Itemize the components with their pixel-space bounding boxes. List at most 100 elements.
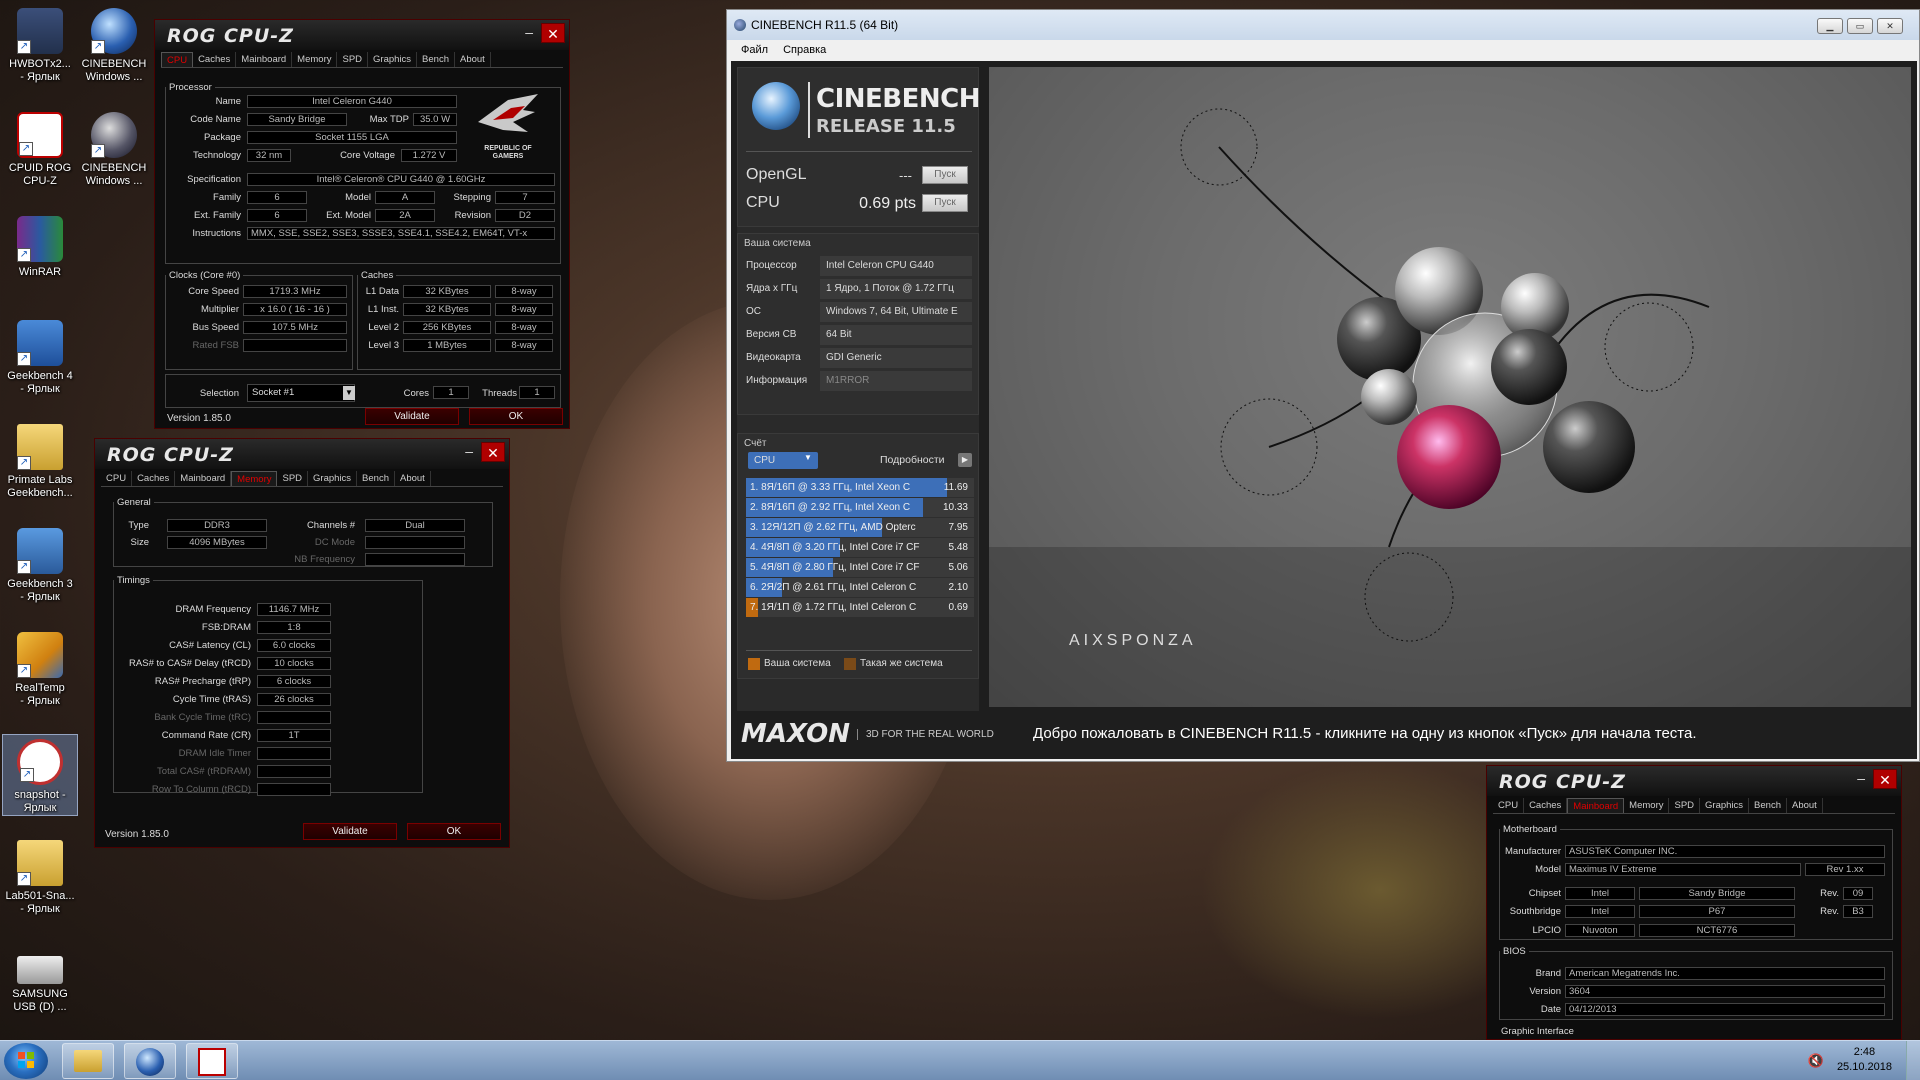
timing-label: Total CAS# (tRDRAM) (157, 766, 251, 777)
tab-cpu[interactable]: CPU (161, 52, 194, 67)
ranking-score: 0.69 (948, 602, 968, 613)
cinebench-window[interactable]: CINEBENCH R11.5 (64 Bit) ▁ ▭ ✕ Файл Спра… (726, 9, 1920, 762)
ranking-score: 2.10 (948, 582, 968, 593)
tab-memory[interactable]: Memory (292, 52, 338, 67)
close-button[interactable]: ✕ (1877, 18, 1903, 34)
play-icon[interactable]: ▶ (958, 453, 972, 467)
menu-file[interactable]: Файл (741, 44, 768, 56)
validate-button[interactable]: Validate (365, 408, 459, 425)
cpuz-window-memory[interactable]: ROG CPU-Z ‒ ✕ CPU Caches Mainboard Memor… (94, 438, 510, 848)
tab-cpu[interactable]: CPU (101, 471, 133, 486)
opengl-run-button[interactable]: Пуск (922, 166, 968, 184)
titlebar[interactable]: CINEBENCH R11.5 (64 Bit) ▁ ▭ ✕ (727, 10, 1919, 40)
tab-graphics[interactable]: Graphics (308, 471, 358, 486)
ranking-row[interactable]: 6. 2Я/2П @ 2.61 ГГц, Intel Celeron C 2.10 (746, 578, 974, 597)
timing-label: DRAM Idle Timer (178, 748, 251, 759)
system-row-label: Процессор (746, 260, 797, 271)
tab-bench[interactable]: Bench (357, 471, 395, 486)
tab-graphics[interactable]: Graphics (368, 52, 418, 67)
tab-spd[interactable]: SPD (1669, 798, 1701, 813)
timing-label: Bank Cycle Time (tRC) (154, 712, 251, 723)
validate-button[interactable]: Validate (303, 823, 397, 840)
tab-memory[interactable]: Memory (1624, 798, 1670, 813)
desktop-icon-cinebench-2[interactable]: ↗ CINEBENCH Windows ... (76, 112, 152, 188)
cpu-run-button[interactable]: Пуск (922, 194, 968, 212)
ranking-row[interactable]: 1. 8Я/16П @ 3.33 ГГц, Intel Xeon C 11.69 (746, 478, 974, 497)
l1inst-label: L1 Inst. (367, 304, 399, 315)
tab-caches[interactable]: Caches (132, 471, 176, 486)
ok-button[interactable]: OK (407, 823, 501, 840)
ranking-row[interactable]: 3. 12Я/12П @ 2.62 ГГц, AMD Opterc 7.95 (746, 518, 974, 537)
ranking-text: 4. 4Я/8П @ 3.20 ГГц, Intel Core i7 CF (750, 542, 920, 553)
ratedfsb-value (243, 339, 347, 352)
stepping-value: 7 (495, 191, 555, 204)
close-button[interactable]: ✕ (481, 442, 505, 462)
taskbar-explorer[interactable] (62, 1043, 114, 1079)
tab-mainboard[interactable]: Mainboard (236, 52, 293, 67)
tab-bench[interactable]: Bench (417, 52, 455, 67)
system-row-label: Версия CB (746, 329, 797, 340)
timing-label: Row To Column (tRCD) (151, 784, 251, 795)
titlebar[interactable]: ROG CPU-Z ‒ ✕ (155, 20, 569, 50)
ranking-row[interactable]: 5. 4Я/8П @ 2.80 ГГц, Intel Core i7 CF 5.0… (746, 558, 974, 577)
desktop-icon-samsung-usb[interactable]: SAMSUNG USB (D) ... (2, 944, 78, 1014)
ranking-row[interactable]: 4. 4Я/8П @ 3.20 ГГц, Intel Core i7 CF 5.4… (746, 538, 974, 557)
desktop-icon-cinebench-1[interactable]: ↗ CINEBENCH Windows ... (76, 8, 152, 84)
technology-value: 32 nm (247, 149, 291, 162)
tab-about[interactable]: About (1787, 798, 1823, 813)
selection-dropdown[interactable]: Socket #1 (247, 384, 355, 402)
maximize-button[interactable]: ▭ (1847, 18, 1873, 34)
tab-mainboard[interactable]: Mainboard (175, 471, 232, 486)
tab-caches[interactable]: Caches (1524, 798, 1568, 813)
volume-muted-icon[interactable]: 🔇 (1808, 1053, 1824, 1069)
minimize-button[interactable]: ‒ (525, 24, 533, 40)
desktop-icon-winrar[interactable]: ↗ WinRAR (2, 216, 78, 279)
ranking-row[interactable]: 2. 8Я/16П @ 2.92 ГГц, Intel Xeon C 10.33 (746, 498, 974, 517)
desktop-icon-cpuid-rog[interactable]: ↗ CPUID ROG CPU-Z (2, 112, 78, 188)
ranking-score: 7.95 (948, 522, 968, 533)
ok-button[interactable]: OK (469, 408, 563, 425)
taskbar-cinebench[interactable] (124, 1043, 176, 1079)
timing-value (257, 747, 331, 760)
desktop-icon-primate-labs[interactable]: ↗ Primate Labs Geekbench... (2, 424, 78, 500)
tab-caches[interactable]: Caches (193, 52, 237, 67)
tab-bench[interactable]: Bench (1749, 798, 1787, 813)
menu-help[interactable]: Справка (783, 44, 826, 56)
desktop-icon-geekbench3[interactable]: ↗ Geekbench 3 - Ярлык (2, 528, 78, 604)
desktop-icon-hwbot[interactable]: ↗ HWBOTx2... - Ярлык (2, 8, 78, 84)
tab-about[interactable]: About (395, 471, 431, 486)
cpuz-window-mainboard[interactable]: ROG CPU-Z ‒ ✕ CPU Caches Mainboard Memor… (1486, 765, 1902, 1040)
desktop-icon-snapshot[interactable]: ↗ snapshot - Ярлык (2, 734, 78, 816)
cpuz-window-cpu[interactable]: ROG CPU-Z ‒ ✕ CPU Caches Mainboard Memor… (154, 19, 570, 429)
chevron-down-icon[interactable]: ▼ (804, 453, 812, 462)
minimize-button[interactable]: ‒ (1857, 770, 1865, 786)
tab-about[interactable]: About (455, 52, 491, 67)
close-button[interactable]: ✕ (541, 23, 565, 43)
taskbar-clock[interactable]: 2:48 25.10.2018 (1837, 1045, 1892, 1075)
show-desktop-button[interactable] (1906, 1041, 1920, 1080)
titlebar[interactable]: ROG CPU-Z ‒ ✕ (95, 439, 509, 469)
tab-graphics[interactable]: Graphics (1700, 798, 1750, 813)
ranking-row[interactable]: 7. 1Я/1П @ 1.72 ГГц, Intel Celeron C 0.69 (746, 598, 974, 617)
desktop-icon-realtemp[interactable]: ↗ RealTemp - Ярлык (2, 632, 78, 708)
tab-memory[interactable]: Memory (231, 471, 278, 486)
taskbar-cpuz[interactable] (186, 1043, 238, 1079)
tab-spd[interactable]: SPD (337, 52, 369, 67)
close-button[interactable]: ✕ (1873, 769, 1897, 789)
start-button[interactable] (4, 1043, 48, 1079)
cpu-label: CPU (746, 194, 780, 211)
render-viewport[interactable]: AIXSPONZA (989, 67, 1911, 707)
minimize-button[interactable]: ▁ (1817, 18, 1843, 34)
chevron-down-icon[interactable]: ▼ (343, 386, 355, 400)
details-label[interactable]: Подробности (880, 454, 945, 466)
tab-mainboard[interactable]: Mainboard (1567, 798, 1625, 813)
desktop-icon-geekbench4[interactable]: ↗ Geekbench 4 - Ярлык (2, 320, 78, 396)
desktop-icon-lab501[interactable]: ↗ Lab501-Sna... - Ярлык (2, 840, 78, 916)
processor-legend: Processor (169, 82, 212, 93)
nbfreq-value (365, 553, 465, 566)
tab-spd[interactable]: SPD (277, 471, 309, 486)
titlebar[interactable]: ROG CPU-Z ‒ ✕ (1487, 766, 1901, 796)
tab-cpu[interactable]: CPU (1493, 798, 1525, 813)
folder-icon (74, 1050, 102, 1072)
minimize-button[interactable]: ‒ (465, 443, 473, 459)
